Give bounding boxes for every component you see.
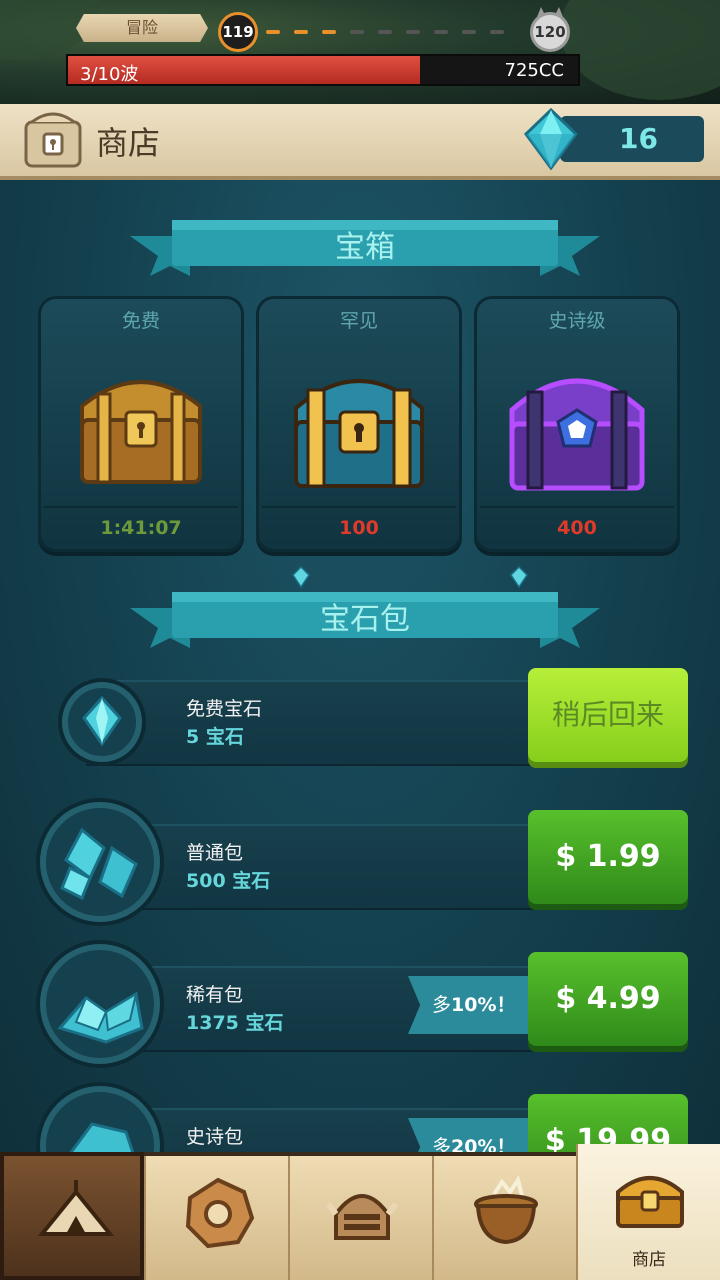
chest-card-epic[interactable]: 史诗级 400 xyxy=(474,296,680,588)
chest-price: 400 xyxy=(480,506,674,588)
adventure-mode-label[interactable]: 冒险 xyxy=(76,14,208,42)
heroes-tab[interactable] xyxy=(288,1156,432,1280)
bonus-prefix: 多 xyxy=(432,994,452,1016)
bonus-tag: 多10%！ xyxy=(408,976,530,1034)
buy-rare-pack-button[interactable]: $ 4.99 xyxy=(528,952,688,1046)
gem-balance-count: 16 xyxy=(619,122,658,155)
rare-chest-icon xyxy=(294,379,424,488)
gem-packs-ribbon: 宝石包 xyxy=(130,586,600,656)
chest-tier-label: 史诗级 xyxy=(548,310,606,332)
gem-icon xyxy=(524,108,578,170)
free-gem-icon xyxy=(62,682,142,762)
gem-pack-row-free: 免费宝石 5 宝石 xyxy=(86,680,540,766)
home-tab[interactable] xyxy=(0,1152,144,1280)
shop-tab[interactable]: 商店 xyxy=(576,1144,720,1280)
foliage-decoration xyxy=(560,0,720,100)
boss-horns-icon xyxy=(537,7,563,17)
shop-tab-label: 商店 xyxy=(632,1250,666,1270)
helmet-icon xyxy=(325,1194,399,1240)
current-level-badge: 119 xyxy=(218,12,258,52)
wooden-chest-icon xyxy=(80,380,202,484)
chest-tier-label: 罕见 xyxy=(339,310,378,332)
chest-icon xyxy=(616,1176,684,1228)
pack-amount: 5 宝石 xyxy=(186,726,244,748)
come-back-later-button[interactable]: 稍后回来 xyxy=(528,668,688,762)
gem-packs-section-title: 宝石包 xyxy=(320,602,410,637)
chests-ribbon: 宝箱 xyxy=(130,214,600,284)
wave-progress-bar: 3/10波 725CC xyxy=(66,54,580,86)
pack-name: 史诗包 xyxy=(186,1126,244,1148)
shop-header: 商店 16 xyxy=(0,104,720,180)
pack-name: 普通包 xyxy=(186,842,244,864)
gem-icon xyxy=(292,566,310,588)
shop-chest-icon xyxy=(24,112,82,168)
map-tab[interactable] xyxy=(144,1156,288,1280)
boss-level-badge: 120 xyxy=(530,7,570,52)
chest-price-value: 100 xyxy=(339,517,379,539)
gem-pile-icon xyxy=(40,944,160,1064)
chest-card-free[interactable]: 免费 1:41:07 xyxy=(38,296,244,552)
chests-section-title: 宝箱 xyxy=(335,230,395,265)
gem-cluster-icon xyxy=(40,802,160,922)
boss-level-number: 120 xyxy=(534,23,566,41)
epic-chest-icon xyxy=(509,378,645,491)
buy-common-pack-button[interactable]: $ 1.99 xyxy=(528,810,688,904)
top-hud: 冒险 119 120 3/10波 725CC xyxy=(0,0,720,104)
bonus-value: 10%！ xyxy=(451,994,516,1016)
chest-card-rare[interactable]: 罕见 100 xyxy=(256,296,462,588)
chest-tier-label: 免费 xyxy=(121,310,160,332)
level-path xyxy=(262,30,530,34)
wave-counter: 3/10波 xyxy=(80,64,139,85)
page-title: 商店 xyxy=(96,124,161,162)
alchemy-tab[interactable] xyxy=(432,1156,576,1280)
pack-amount: 500 宝石 xyxy=(186,870,271,892)
gem-icon xyxy=(510,566,528,588)
cc-counter: 725CC xyxy=(504,60,565,81)
pack-name: 免费宝石 xyxy=(186,698,263,720)
pack-amount: 1375 宝石 xyxy=(186,1012,284,1034)
chest-price: 100 xyxy=(262,506,456,588)
chest-price-value: 400 xyxy=(557,517,597,539)
tent-icon xyxy=(37,1180,115,1236)
ring-icon xyxy=(185,1177,255,1249)
bottom-nav: 商店 xyxy=(0,1144,720,1280)
chest-timer: 1:41:07 xyxy=(44,506,238,546)
cauldron-icon xyxy=(474,1175,538,1245)
pack-name: 稀有包 xyxy=(186,984,244,1006)
gem-balance[interactable]: 16 xyxy=(560,116,704,162)
